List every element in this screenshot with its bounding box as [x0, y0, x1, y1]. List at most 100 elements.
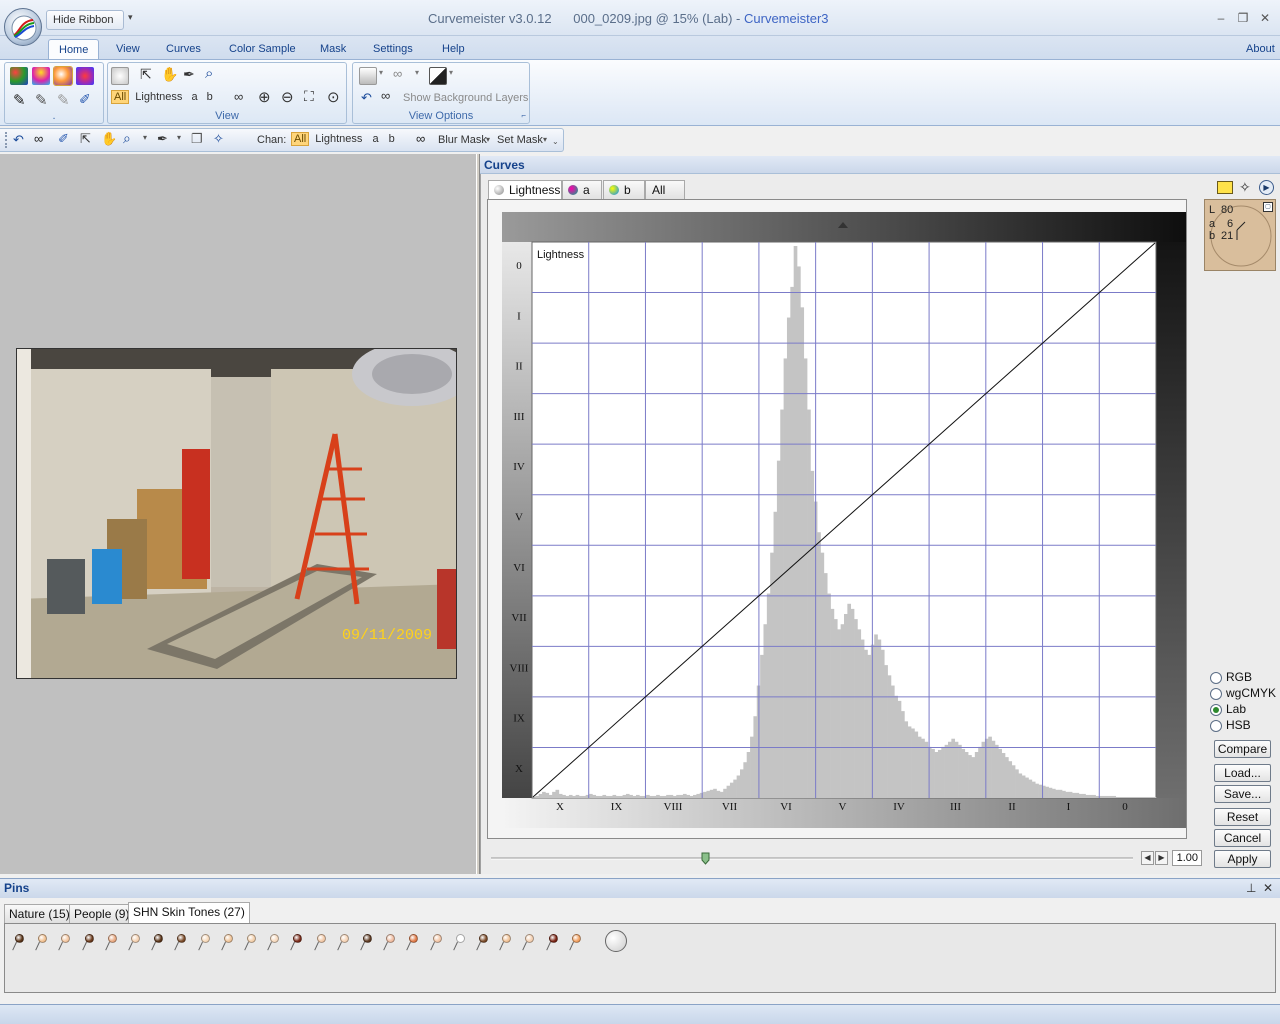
channel-a[interactable]: a: [191, 91, 197, 103]
pin-panel-icon[interactable]: ⊥: [1246, 879, 1256, 897]
fit-screen-icon[interactable]: ⛶: [304, 88, 314, 105]
pin-item[interactable]: [360, 934, 375, 952]
eyedropper-icon[interactable]: ✒: [183, 66, 195, 83]
pin-item[interactable]: [569, 934, 584, 952]
dropdown-arrow-icon[interactable]: ▾: [486, 135, 490, 144]
copy-icon[interactable]: ❐: [191, 131, 203, 147]
tab-home[interactable]: Home: [48, 39, 100, 60]
tab-settings[interactable]: Settings: [363, 39, 423, 60]
lab-channels-icon[interactable]: [53, 66, 73, 86]
contrast-icon[interactable]: [429, 67, 447, 85]
actual-size-icon[interactable]: ⊙: [327, 88, 340, 106]
pin-item[interactable]: [105, 934, 120, 952]
tab-all[interactable]: All: [645, 180, 685, 199]
curve-tool-icon[interactable]: [111, 67, 129, 85]
hand-icon[interactable]: ✋: [161, 66, 178, 83]
dropdown-arrow-icon[interactable]: ▾: [543, 135, 547, 144]
pin-item[interactable]: [313, 934, 329, 952]
pin-item[interactable]: [128, 934, 143, 952]
hsb-channels-icon[interactable]: [76, 67, 94, 85]
toolbar-channel-lightness[interactable]: Lightness: [315, 133, 362, 145]
dropdown-arrow-icon[interactable]: ▾: [177, 133, 181, 142]
curve-pen-icon[interactable]: ✐: [58, 131, 69, 147]
toolbar-grip[interactable]: [5, 132, 7, 148]
quick-access-dropdown-icon[interactable]: ▾: [128, 12, 138, 26]
pin-item[interactable]: [337, 934, 352, 952]
toolbar-channel-a[interactable]: a: [372, 133, 378, 145]
wrench-icon[interactable]: ✧: [1239, 179, 1251, 196]
pin-item[interactable]: [12, 934, 27, 952]
pin-item[interactable]: [197, 934, 213, 952]
channel-b[interactable]: b: [207, 91, 213, 103]
mask-display-icon[interactable]: ∞: [393, 66, 402, 81]
curve-pen-icon[interactable]: ✐: [79, 91, 91, 108]
minimize-button[interactable]: ‒: [1212, 10, 1230, 26]
tab-b[interactable]: b: [603, 180, 645, 199]
zoom-in-icon[interactable]: ⊕: [258, 88, 271, 106]
pin-item[interactable]: [174, 934, 189, 952]
close-button[interactable]: ✕: [1256, 10, 1274, 26]
folder-icon[interactable]: [1217, 181, 1233, 194]
tab-help[interactable]: Help: [432, 39, 475, 60]
pin-item[interactable]: [151, 934, 166, 952]
rgb-channels-icon[interactable]: [10, 67, 28, 85]
mask-icon[interactable]: ∞: [34, 131, 43, 146]
tab-mask[interactable]: Mask: [310, 39, 356, 60]
pin-item[interactable]: [545, 934, 561, 952]
tab-color-sample[interactable]: Color Sample: [219, 39, 306, 60]
apply-button[interactable]: Apply: [1214, 850, 1271, 868]
reset-button[interactable]: Reset: [1214, 808, 1271, 826]
show-background-layers-button[interactable]: Show Background Layers: [403, 92, 528, 104]
loupe-expand-icon[interactable]: ▢: [1263, 202, 1273, 212]
dropdown-arrow-icon[interactable]: ▾: [415, 68, 419, 77]
pin-item[interactable]: [429, 934, 445, 952]
slider-increment-icon[interactable]: ▶: [1155, 851, 1168, 865]
document-image[interactable]: 09/11/2009: [16, 348, 457, 679]
dropdown-arrow-icon[interactable]: ▾: [143, 133, 147, 142]
cmyk-channels-icon[interactable]: [32, 67, 50, 85]
background-display-icon[interactable]: [359, 67, 377, 85]
hand-icon[interactable]: ✋: [101, 131, 117, 147]
slider-value-field[interactable]: 1.00: [1172, 850, 1202, 866]
cancel-button[interactable]: Cancel: [1214, 829, 1271, 847]
dialog-launcher-icon[interactable]: ⌐: [521, 111, 526, 120]
save-button[interactable]: Save...: [1214, 785, 1271, 803]
black-eyedropper-icon[interactable]: ✎: [13, 91, 26, 109]
close-panel-icon[interactable]: ✕: [1263, 879, 1273, 897]
white-eyedropper-icon[interactable]: ✎: [57, 91, 70, 109]
tab-view[interactable]: View: [106, 39, 150, 60]
pins-tab-nature[interactable]: Nature (15): [4, 904, 75, 924]
color-sample-loupe[interactable]: L a b 80 6 21 ▢: [1204, 199, 1276, 271]
blur-mask-button[interactable]: Blur Mask: [438, 134, 487, 146]
pin-item[interactable]: [35, 934, 50, 952]
wrench-icon[interactable]: ✧: [213, 131, 224, 147]
pin-item[interactable]: [453, 934, 468, 952]
application-menu-orb[interactable]: [4, 8, 42, 46]
curve-graph[interactable]: Lightness 0IIIIIIIVVVIVIIVIIIIXX X IX VIII…: [502, 212, 1186, 828]
pin-item[interactable]: [221, 934, 236, 952]
channel-lightness[interactable]: Lightness: [135, 91, 182, 103]
pointer-icon[interactable]: ⇱: [140, 66, 152, 83]
compare-button[interactable]: Compare: [1214, 740, 1271, 758]
pin-item[interactable]: [244, 934, 259, 952]
pin-item[interactable]: [406, 934, 421, 952]
dropdown-arrow-icon[interactable]: ▾: [449, 68, 453, 77]
slider-thumb[interactable]: [701, 852, 710, 865]
toolbar-overflow-icon[interactable]: ⌄: [552, 137, 559, 146]
tab-lightness[interactable]: Lightness: [488, 180, 562, 200]
zoom-icon[interactable]: ⌕: [123, 130, 131, 147]
pin-item[interactable]: [81, 934, 97, 952]
mask-toggle-icon[interactable]: ∞: [234, 89, 243, 104]
tab-curves[interactable]: Curves: [156, 39, 211, 60]
gray-eyedropper-icon[interactable]: ✎: [35, 91, 48, 109]
undo-curve-icon[interactable]: ↶: [13, 132, 24, 148]
toolbar-channel-all[interactable]: All: [291, 132, 310, 146]
slider-decrement-icon[interactable]: ◀: [1141, 851, 1154, 865]
zoom-icon[interactable]: ⌕: [205, 65, 213, 82]
about-link[interactable]: About: [1236, 39, 1280, 60]
hide-ribbon-button[interactable]: Hide Ribbon: [46, 10, 124, 30]
channel-all-chip[interactable]: All: [111, 90, 130, 104]
layers-mask-icon[interactable]: ∞: [381, 88, 390, 103]
load-button[interactable]: Load...: [1214, 764, 1271, 782]
tab-a[interactable]: a: [562, 180, 602, 199]
